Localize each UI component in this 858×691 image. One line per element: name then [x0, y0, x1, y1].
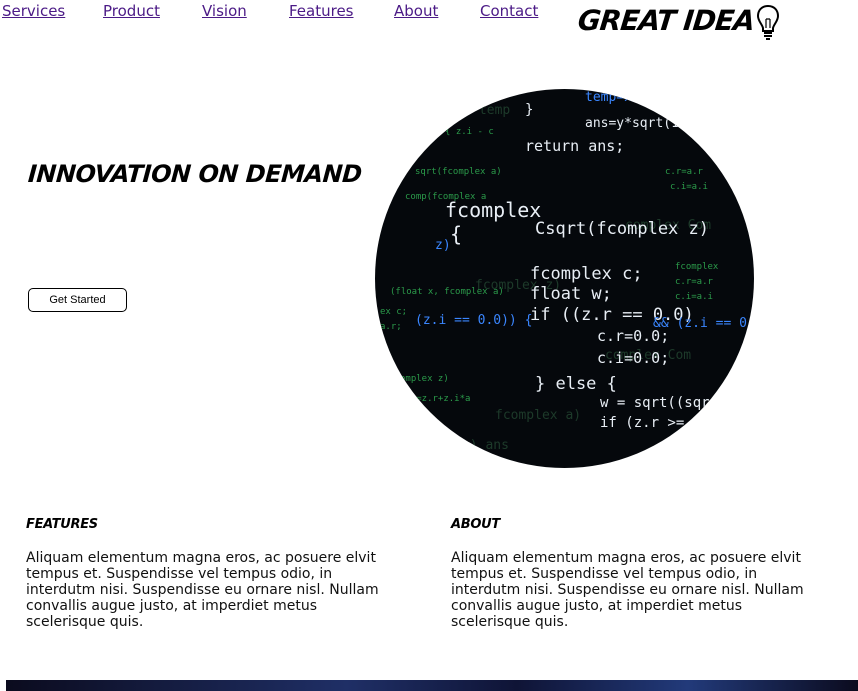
nav-link-contact[interactable]: Contact: [480, 2, 538, 20]
svg-text:fcomplex: fcomplex: [675, 262, 719, 272]
svg-text:Csqrt(fcomplex z): Csqrt(fcomplex z): [535, 219, 709, 239]
svg-text:if (z.r >= 0.0): if (z.r >= 0.0): [600, 415, 726, 431]
svg-text:}: }: [525, 102, 533, 118]
nav-link-features[interactable]: Features: [289, 2, 354, 20]
svg-text:c.i=z.r+z.i*a: c.i=z.r+z.i*a: [400, 394, 470, 404]
svg-text:sqrt(fcomplex a): sqrt(fcomplex a): [415, 167, 502, 177]
features-section: FEATURES Aliquam elementum magna eros, a…: [26, 516, 386, 630]
lightbulb-icon: [756, 4, 779, 40]
svg-text:omplex z): omplex z): [400, 374, 449, 384]
svg-text:fcomplex: fcomplex: [445, 198, 541, 222]
svg-text:c.r=a.r: c.r=a.r: [675, 277, 714, 287]
site-logo[interactable]: GREAT IDEA: [576, 2, 780, 42]
features-heading: FEATURES: [26, 517, 98, 532]
svg-text:c.i=0.0;: c.i=0.0;: [597, 349, 669, 367]
svg-text:temp=x/y;: temp=x/y;: [585, 90, 655, 105]
svg-text:z): z): [435, 238, 451, 253]
nav-link-about[interactable]: About: [394, 2, 438, 20]
nav-link-vision[interactable]: Vision: [202, 2, 247, 20]
nav-link-product[interactable]: Product: [103, 2, 160, 20]
svg-text:c.r=0.0;: c.r=0.0;: [597, 327, 669, 345]
svg-text:{ z.i - c: { z.i - c: [445, 127, 494, 137]
svg-text:fcomplex a): fcomplex a): [495, 408, 581, 423]
svg-text:return ans;: return ans;: [525, 137, 624, 155]
svg-text:a.r;: a.r;: [380, 322, 402, 332]
get-started-button[interactable]: Get Started: [28, 288, 127, 312]
svg-text:float w;: float w;: [530, 284, 612, 304]
svg-text:{: {: [450, 222, 462, 246]
logo-text: GREAT IDEA: [576, 4, 756, 37]
svg-text:z.r := 0.0; temp: z.r := 0.0; temp: [385, 103, 510, 118]
nav-link-services[interactable]: Services: [2, 2, 65, 20]
svg-text:w = sqrt((sqrt(z.r: w = sqrt((sqrt(z.r: [600, 395, 752, 411]
footer-banner-image: [6, 680, 858, 691]
about-section: ABOUT Aliquam elementum magna eros, ac p…: [451, 516, 811, 630]
hero-code-image: z.r := 0.0; temp complex Com fcomplex z)…: [375, 89, 754, 468]
svg-text:ans=y*sqrt(1.0+temp: ans=y*sqrt(1.0+temp: [585, 116, 734, 131]
about-body: Aliquam elementum magna eros, ac posuere…: [451, 550, 804, 630]
svg-text:c.i=a.i: c.i=a.i: [675, 292, 713, 302]
svg-text:float z) ans: float z) ans: [415, 438, 509, 453]
svg-text:(float x, fcomplex a): (float x, fcomplex a): [390, 287, 504, 297]
hero-title: INNOVATION ON DEMAND: [27, 160, 363, 188]
about-heading: ABOUT: [451, 517, 500, 532]
svg-text:} else {: } else {: [535, 374, 617, 394]
svg-text:fcomplex c;: fcomplex c;: [530, 264, 643, 284]
svg-text:c.i=a.i: c.i=a.i: [670, 182, 708, 192]
svg-text:c.r=a.r: c.r=a.r: [665, 167, 704, 177]
svg-text:ex c;: ex c;: [380, 307, 407, 317]
svg-text:(z.i == 0.0)) {: (z.i == 0.0)) {: [415, 313, 532, 328]
features-body: Aliquam elementum magna eros, ac posuere…: [26, 550, 379, 630]
